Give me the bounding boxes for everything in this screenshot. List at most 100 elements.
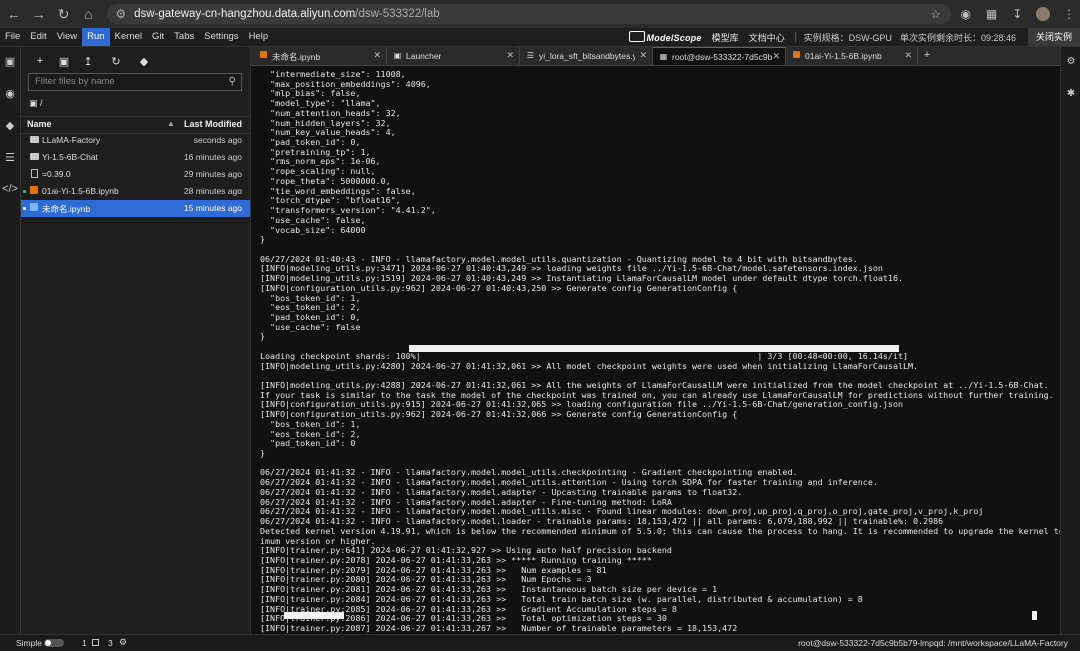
- browser-menu-icon[interactable]: ⋮: [1058, 3, 1080, 25]
- address-bar[interactable]: ⚙ dsw-gateway-cn-hangzhou.data.aliyun.co…: [107, 4, 951, 24]
- camera-icon[interactable]: ◉: [955, 3, 977, 25]
- refresh-icon[interactable]: ↻: [107, 52, 125, 70]
- modelscope-logo-icon: [628, 31, 645, 42]
- reload-icon[interactable]: ↻: [53, 3, 75, 25]
- new-folder-icon[interactable]: ▣: [55, 52, 73, 70]
- notebook-icon: [259, 51, 268, 60]
- url-host: dsw-gateway-cn-hangzhou.data.aliyun.com: [134, 8, 356, 20]
- tab-label: 01ai-Yi-1.5-6B.ipynb: [805, 51, 882, 61]
- file-modified: 28 minutes ago: [183, 186, 242, 196]
- text-file-icon: [29, 169, 39, 179]
- folder-icon: [29, 152, 39, 162]
- add-tab-icon[interactable]: +: [920, 47, 934, 65]
- tab-label: yi_lora_sft_bitsandbytes.yaml: [539, 51, 635, 61]
- doc-center-link[interactable]: 文档中心: [749, 31, 785, 44]
- terminal-panel[interactable]: "intermediate_size": 11008, "max_positio…: [251, 66, 1060, 634]
- launcher-icon: ▣: [393, 51, 402, 60]
- home-icon[interactable]: ⌂: [77, 3, 99, 25]
- tab-01ai-notebook[interactable]: 01ai-Yi-1.5-6B.ipynb ✕: [786, 47, 918, 65]
- tab-untitled-notebook[interactable]: 未命名.ipynb ✕: [253, 47, 387, 65]
- forward-icon[interactable]: →: [28, 3, 50, 25]
- filter-input[interactable]: Filter files by name ⚲: [28, 73, 242, 91]
- download-icon[interactable]: ↧: [1006, 3, 1028, 25]
- table-of-contents-icon[interactable]: ☰: [0, 147, 20, 167]
- name-column-header[interactable]: Name: [27, 119, 52, 129]
- menu-run[interactable]: Run: [82, 28, 110, 46]
- terminal-count-icon: [92, 639, 99, 646]
- close-instance-button[interactable]: 关闭实例: [1027, 28, 1080, 46]
- file-name: 01ai-Yi-1.5-6B.ipynb: [42, 186, 119, 196]
- close-icon[interactable]: ✕: [639, 50, 647, 61]
- file-modified: 29 minutes ago: [183, 169, 242, 179]
- menu-edit[interactable]: Edit: [25, 28, 51, 46]
- tab-yaml-file[interactable]: ☰ yi_lora_sft_bitsandbytes.yaml ✕: [520, 47, 653, 65]
- status-count-a: 1: [82, 638, 87, 648]
- file-modified: 15 minutes ago: [183, 203, 242, 213]
- running-indicator: [23, 207, 26, 210]
- filter-placeholder: Filter files by name: [35, 76, 115, 87]
- left-activity-bar: ▣ ◉ ◆ ☰ </>: [0, 47, 21, 634]
- close-icon[interactable]: ✕: [772, 51, 780, 62]
- folder-icon: [29, 135, 39, 145]
- sort-arrow-icon[interactable]: ▲: [167, 119, 175, 128]
- breadcrumb-path: /: [40, 98, 43, 108]
- tab-bar: 未命名.ipynb ✕ ▣ Launcher ✕ ☰ yi_lora_sft_b…: [251, 47, 1060, 66]
- git-clone-icon[interactable]: ◆: [135, 52, 153, 70]
- tab-launcher[interactable]: ▣ Launcher ✕: [387, 47, 520, 65]
- menu-file[interactable]: File: [0, 28, 25, 46]
- code-icon[interactable]: </>: [0, 179, 20, 199]
- extensions-icon[interactable]: ▦: [981, 3, 1003, 25]
- remaining-time: 单次实例剩余时长：09:28:46: [899, 32, 1016, 43]
- tab-terminal[interactable]: ▦ root@dsw-533322-7d5c9b5 ✕: [653, 47, 786, 65]
- file-row-untitled-notebook[interactable]: 未命名.ipynb 15 minutes ago: [21, 200, 250, 217]
- tab-label: root@dsw-533322-7d5c9b5: [672, 52, 772, 62]
- modelscope-logo[interactable]: ModelScope: [628, 31, 702, 43]
- notebook-icon: [792, 51, 801, 60]
- training-progress-bar: [284, 612, 344, 619]
- file-modified: seconds ago: [193, 135, 242, 145]
- file-name: Yi-1.5-6B-Chat: [42, 152, 98, 162]
- file-row-llama-factory[interactable]: LLaMA-Factory seconds ago: [21, 132, 250, 149]
- bookmark-star-icon[interactable]: ☆: [931, 7, 941, 21]
- browser-toolbar: ← → ↻ ⌂ ⚙ dsw-gateway-cn-hangzhou.data.a…: [0, 0, 1080, 28]
- running-icon[interactable]: ◉: [0, 83, 20, 103]
- simple-mode-toggle[interactable]: [44, 639, 64, 647]
- menu-tabs[interactable]: Tabs: [169, 28, 199, 46]
- breadcrumb[interactable]: ▣ /: [29, 98, 43, 109]
- menu-settings[interactable]: Settings: [199, 28, 243, 46]
- terminal-icon: ▦: [659, 52, 668, 61]
- close-icon[interactable]: ✕: [373, 50, 381, 61]
- file-row-version[interactable]: =0.39.0 29 minutes ago: [21, 166, 250, 183]
- property-inspector-icon[interactable]: ⚙: [1061, 51, 1080, 71]
- close-icon[interactable]: ✕: [904, 50, 912, 61]
- menu-kernel[interactable]: Kernel: [110, 28, 147, 46]
- modified-column-header[interactable]: Last Modified: [184, 119, 242, 129]
- url-path: /dsw-533322/lab: [355, 8, 440, 20]
- file-modified: 16 minutes ago: [183, 152, 242, 162]
- model-library-link[interactable]: 模型库: [712, 31, 739, 44]
- menu-help[interactable]: Help: [244, 28, 274, 46]
- terminal-path-status: root@dsw-533322-7d5c9b5b79-lmpqd: /mnt/w…: [798, 638, 1068, 648]
- file-row-yi-chat[interactable]: Yi-1.5-6B-Chat 16 minutes ago: [21, 149, 250, 166]
- notebook-icon: [29, 186, 39, 196]
- kernel-status-icon[interactable]: ⚙: [119, 637, 127, 648]
- file-name: LLaMA-Factory: [42, 135, 101, 145]
- file-row-01ai-notebook[interactable]: 01ai-Yi-1.5-6B.ipynb 28 minutes ago: [21, 183, 250, 200]
- file-name: 未命名.ipynb: [42, 204, 91, 214]
- site-settings-icon[interactable]: ⚙: [115, 7, 126, 21]
- file-browser: + ▣ ↥ ↻ ◆ Filter files by name ⚲ ▣ / Nam…: [21, 47, 251, 634]
- back-icon[interactable]: ←: [3, 3, 25, 25]
- new-launcher-icon[interactable]: +: [31, 52, 49, 70]
- folder-icon[interactable]: ▣: [0, 51, 20, 71]
- running-indicator: [23, 190, 26, 193]
- right-sidebar: ⚙ ✱: [1060, 47, 1080, 634]
- upload-icon[interactable]: ↥: [79, 52, 97, 70]
- git-icon[interactable]: ◆: [0, 115, 20, 135]
- menu-view[interactable]: View: [52, 28, 82, 46]
- notebook-icon: [29, 203, 39, 213]
- debugger-icon[interactable]: ✱: [1061, 83, 1080, 103]
- status-count-b: 3: [108, 638, 113, 648]
- menu-git[interactable]: Git: [147, 28, 169, 46]
- profile-avatar[interactable]: [1032, 3, 1054, 25]
- close-icon[interactable]: ✕: [506, 50, 514, 61]
